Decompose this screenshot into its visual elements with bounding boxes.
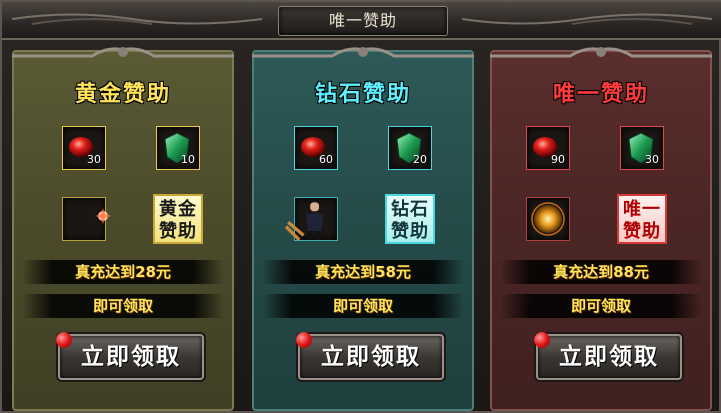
claim-condition: 即可领取 (22, 294, 224, 318)
badge-line1: 钻石 (391, 199, 429, 220)
golden-orb-icon (531, 202, 565, 236)
reward-slot-armor[interactable]: 20 (388, 126, 432, 170)
claim-button-diamond[interactable]: 立即领取 (296, 332, 444, 380)
item-count: 20 (413, 153, 427, 166)
badge-line2: 赞助 (391, 221, 429, 242)
badge-line1: 黄金 (159, 199, 197, 220)
claim-label: 立即领取 (559, 344, 659, 370)
recharge-requirement: 真充达到28元 (22, 260, 224, 284)
claim-button-unique[interactable]: 立即领取 (534, 332, 682, 380)
tier-title: 唯一赞助 (552, 82, 649, 107)
item-count: 60 (319, 153, 333, 166)
reward-slot-special[interactable] (62, 197, 111, 241)
reward-slot-armor[interactable]: 30 (620, 126, 664, 170)
reward-slot-gem[interactable]: 60 (294, 126, 338, 170)
panel-crest-icon (12, 47, 234, 58)
badge-line2: 赞助 (159, 221, 197, 242)
tier-panel-gold: 黄金赞助 30 10 黄金 赞助 真充达到28元 即可领取 立即领取 (12, 47, 234, 411)
claim-label: 立即领取 (321, 344, 421, 370)
reward-slot-gem[interactable]: 90 (526, 126, 570, 170)
tier-badge-gold: 黄金 赞助 (153, 194, 203, 244)
title-bar: 唯一赞助 (2, 2, 721, 40)
item-count: 30 (645, 153, 659, 166)
right-ornament-icon (462, 13, 712, 25)
warrior-figure-icon (284, 202, 324, 241)
left-ornament-icon (12, 13, 262, 25)
item-count: 90 (551, 153, 565, 166)
claim-button-gold[interactable]: 立即领取 (56, 332, 204, 380)
panel-crest-icon (490, 47, 712, 58)
tier-panel-diamond: 钻石赞助 60 20 钻石 赞助 真充达到58元 即可领取 立即领取 (252, 47, 474, 411)
reward-slot-special[interactable] (284, 197, 338, 241)
reward-slot-gem[interactable]: 30 (62, 126, 106, 170)
red-orb-icon (296, 332, 312, 348)
sponsor-window: 唯一赞助 黄金赞助 30 10 黄金 赞助 真充达到28元 即可领取 立即领取 … (0, 0, 721, 413)
red-orb-icon (56, 332, 72, 348)
red-orb-icon (534, 332, 550, 348)
tier-badge-unique: 唯一 赞助 (617, 194, 667, 244)
badge-line2: 赞助 (623, 221, 661, 242)
claim-condition: 即可领取 (262, 294, 464, 318)
tier-panel-unique: 唯一赞助 90 30 唯一 赞助 真充达到88元 即可领取 立即领取 (490, 47, 712, 411)
window-title: 唯一赞助 (278, 6, 448, 36)
reward-slot-armor[interactable]: 10 (156, 126, 200, 170)
claim-condition: 即可领取 (500, 294, 702, 318)
recharge-requirement: 真充达到58元 (262, 260, 464, 284)
item-count: 30 (87, 153, 101, 166)
reward-slot-special[interactable] (526, 197, 570, 241)
recharge-requirement: 真充达到88元 (500, 260, 702, 284)
tier-badge-diamond: 钻石 赞助 (385, 194, 435, 244)
panel-crest-icon (252, 47, 474, 58)
spark-item-icon (95, 208, 111, 224)
tier-title: 钻石赞助 (314, 82, 411, 107)
tier-title: 黄金赞助 (74, 82, 171, 107)
badge-line1: 唯一 (623, 199, 661, 220)
claim-label: 立即领取 (81, 344, 181, 370)
item-count: 10 (181, 153, 195, 166)
